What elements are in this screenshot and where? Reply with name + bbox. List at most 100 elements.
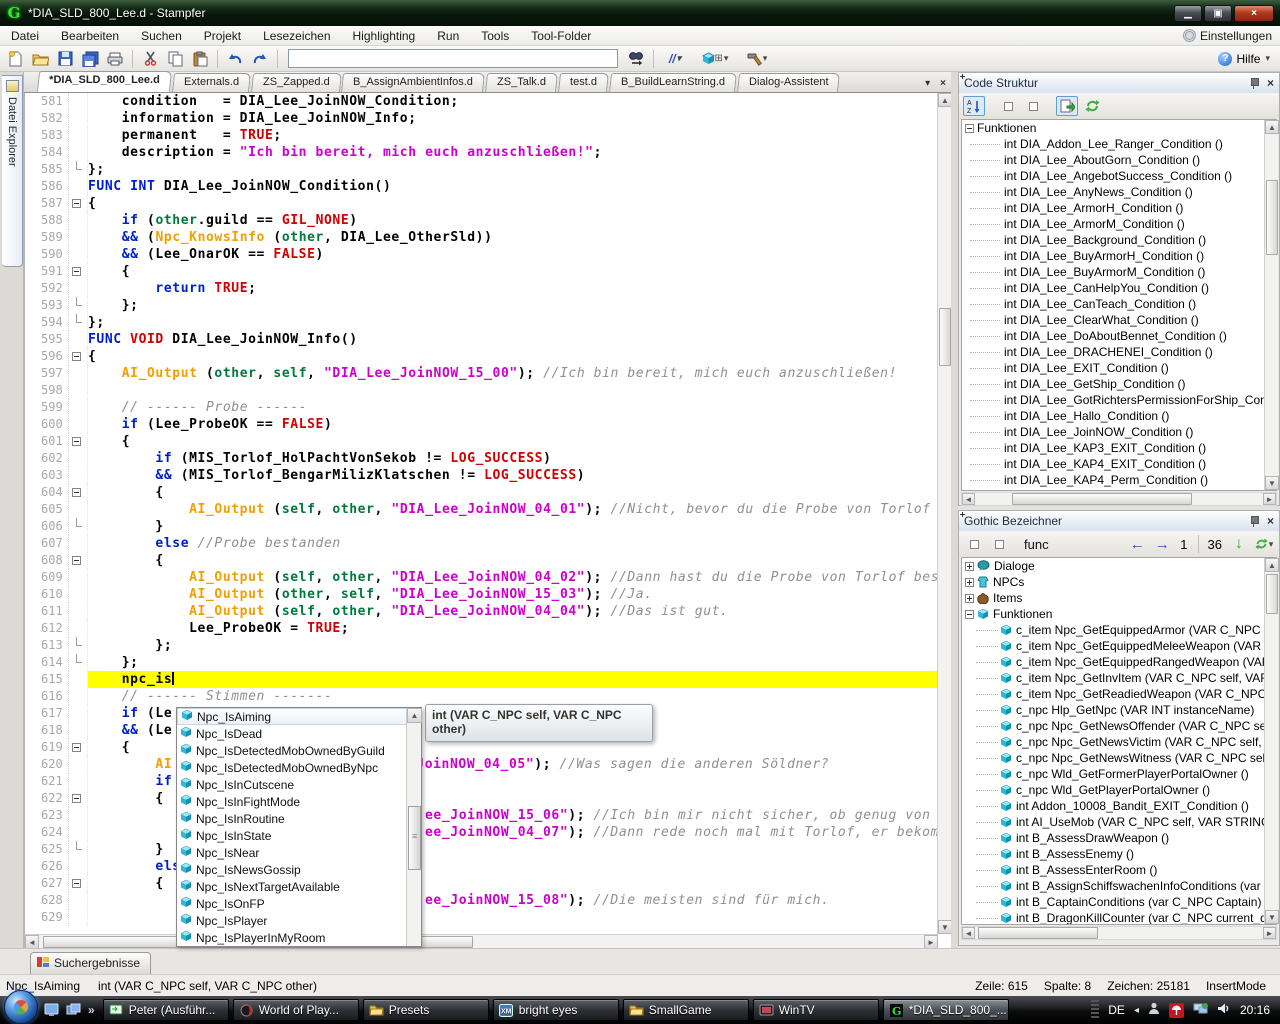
volume-tray-icon[interactable] bbox=[1217, 1002, 1231, 1018]
code-line-624[interactable]: 624ee_JoinNOW_04_07"); //Dann rede noch … bbox=[25, 824, 938, 841]
tree-item-function[interactable]: c_item Npc_GetInvItem (VAR C_NPC self, V… bbox=[962, 670, 1276, 686]
code-line-622[interactable]: 622 { bbox=[25, 790, 938, 807]
tree-item-function[interactable]: int DIA_Lee_AnyNews_Condition () bbox=[962, 184, 1276, 200]
vertical-splitter[interactable] bbox=[951, 72, 958, 948]
autocomplete-item[interactable]: Npc_IsDead bbox=[177, 725, 407, 742]
scroll-left-arrow[interactable]: ◄ bbox=[25, 935, 39, 949]
print-button[interactable] bbox=[104, 48, 126, 70]
tree-item-function[interactable]: int DIA_Lee_JoinNOW_Condition () bbox=[962, 424, 1276, 440]
autocomplete-item[interactable]: Npc_IsNewsGossip bbox=[177, 861, 407, 878]
tree-item-function[interactable]: int DIA_Lee_KAP5_EXIT_Condition () bbox=[962, 488, 1276, 491]
tab-zs-talk-d[interactable]: ZS_Talk.d bbox=[485, 73, 558, 92]
editor-vertical-scrollbar[interactable]: ▲ ▼ bbox=[937, 93, 951, 934]
fold-column[interactable] bbox=[69, 263, 88, 280]
menu-lesezeichen[interactable]: Lesezeichen bbox=[252, 27, 341, 45]
tree-item-function[interactable]: c_item Npc_GetEquippedArmor (VAR C_NPC n… bbox=[962, 622, 1276, 638]
refresh-button[interactable] bbox=[1081, 96, 1103, 116]
code-line-614[interactable]: 614 }; bbox=[25, 654, 938, 671]
code-line-599[interactable]: 599 // ------ Probe ------ bbox=[25, 399, 938, 416]
code-line-604[interactable]: 604 { bbox=[25, 484, 938, 501]
menu-suchen[interactable]: Suchen bbox=[130, 27, 193, 45]
code-struktur-tree[interactable]: Funktionenint DIA_Addon_Lee_Ranger_Condi… bbox=[961, 119, 1277, 491]
menu-tools[interactable]: Tools bbox=[470, 27, 520, 45]
autocomplete-item[interactable]: Npc_IsNear bbox=[177, 844, 407, 861]
tree-item-function[interactable]: int B_AssessEnterRoom () bbox=[962, 862, 1276, 878]
expand-all-button[interactable] bbox=[963, 534, 985, 554]
horizontal-scroll-thumb[interactable] bbox=[978, 927, 1098, 939]
new-file-button[interactable] bbox=[4, 48, 26, 70]
code-line-583[interactable]: 583 permanent = TRUE; bbox=[25, 127, 938, 144]
tree-item-function[interactable]: c_npc Npc_GetNewsVictim (VAR C_NPC self,… bbox=[962, 734, 1276, 750]
tree-item-function[interactable]: int DIA_Lee_GotRichtersPermissionForShip… bbox=[962, 392, 1276, 408]
save-all-button[interactable] bbox=[79, 48, 101, 70]
fold-column[interactable] bbox=[69, 484, 88, 501]
tree-item-function[interactable]: int DIA_Lee_KAP3_EXIT_Condition () bbox=[962, 440, 1276, 456]
code-line-586[interactable]: 586FUNC INT DIA_Lee_JoinNOW_Condition() bbox=[25, 178, 938, 195]
search-icon-button[interactable] bbox=[625, 48, 647, 70]
code-line-629[interactable]: 629 bbox=[25, 909, 938, 926]
tree-item-function[interactable]: int B_AssignSchiffswachenInfoConditions … bbox=[962, 878, 1276, 894]
scroll-up-arrow[interactable]: ▲ bbox=[938, 93, 952, 107]
tree-item-function[interactable]: int B_AssessDrawWeapon () bbox=[962, 830, 1276, 846]
code-line-595[interactable]: 595FUNC VOID DIA_Lee_JoinNOW_Info() bbox=[25, 331, 938, 348]
comment-highlight-button[interactable]: //▾ bbox=[660, 48, 690, 70]
editor-horizontal-scrollbar[interactable]: ◄ ► bbox=[25, 934, 938, 948]
tree-item-function[interactable]: int DIA_Lee_ClearWhat_Condition () bbox=[962, 312, 1276, 328]
code-line-610[interactable]: 610 AI_Output (other, self, "DIA_Lee_Joi… bbox=[25, 586, 938, 603]
panel-close-icon[interactable]: × bbox=[1267, 514, 1274, 528]
tree-item-function[interactable]: int DIA_Lee_AngebotSuccess_Condition () bbox=[962, 168, 1276, 184]
tree-item-function[interactable]: c_npc Npc_GetNewsOffender (VAR C_NPC sel… bbox=[962, 718, 1276, 734]
autocomplete-item[interactable]: Npc_IsPlayer bbox=[177, 912, 407, 929]
code-line-628[interactable]: 628ee_JoinNOW_15_08"); //Die meisten sin… bbox=[25, 892, 938, 909]
network-tray-icon[interactable] bbox=[1193, 1002, 1208, 1018]
scroll-left-arrow[interactable]: ◄ bbox=[962, 927, 975, 939]
menu-run[interactable]: Run bbox=[426, 27, 470, 45]
tree-item-function[interactable]: int DIA_Addon_Lee_Ranger_Condition () bbox=[962, 136, 1276, 152]
tree-item-function[interactable]: c_item Npc_GetEquippedMeleeWeapon (VAR C… bbox=[962, 638, 1276, 654]
fold-column[interactable] bbox=[69, 552, 88, 569]
quicklaunch-overflow-chevron[interactable]: » bbox=[88, 1003, 95, 1017]
code-line-612[interactable]: 612 Lee_ProbeOK = TRUE; bbox=[25, 620, 938, 637]
code-line-590[interactable]: 590 && (Lee_OnarOK == FALSE) bbox=[25, 246, 938, 263]
tree-item-function[interactable]: int DIA_Lee_Hallo_Condition () bbox=[962, 408, 1276, 424]
taskbar-clock[interactable]: 20:16 bbox=[1240, 1003, 1270, 1017]
tree-item-function[interactable]: int DIA_Lee_ArmorM_Condition () bbox=[962, 216, 1276, 232]
code-line-591[interactable]: 591 { bbox=[25, 263, 938, 280]
autocomplete-item[interactable]: Npc_IsInRoutine bbox=[177, 810, 407, 827]
search-input[interactable] bbox=[288, 49, 618, 68]
gothic-hscrollbar[interactable]: ◄ ► bbox=[961, 926, 1277, 940]
file-explorer-vertical-tab[interactable]: Datei Explorer bbox=[2, 75, 23, 267]
autocomplete-popup[interactable]: Npc_IsAimingNpc_IsDeadNpc_IsDetectedMobO… bbox=[176, 707, 422, 947]
tree-item-function[interactable]: int DIA_Lee_DRACHENEI_Condition () bbox=[962, 344, 1276, 360]
tree-item-function[interactable]: c_npc Wld_GetFormerPlayerPortalOwner () bbox=[962, 766, 1276, 782]
fold-column[interactable] bbox=[69, 739, 88, 756]
gothic-tree[interactable]: DialogeNPCsItemsFunktionenc_item Npc_Get… bbox=[961, 557, 1277, 925]
avira-tray-icon[interactable] bbox=[1169, 1003, 1184, 1018]
collapse-all-button[interactable] bbox=[988, 534, 1010, 554]
tree-item-function[interactable]: c_npc Hlp_GetNpc (VAR INT instanceName) bbox=[962, 702, 1276, 718]
tree-item-function[interactable]: int DIA_Lee_BuyArmorH_Condition () bbox=[962, 248, 1276, 264]
taskbar-button-world-of-play-[interactable]: World of Play... bbox=[233, 999, 359, 1021]
code-line-608[interactable]: 608 { bbox=[25, 552, 938, 569]
autocomplete-item[interactable]: Npc_IsOnFP bbox=[177, 895, 407, 912]
tree-group-funktionen[interactable]: Funktionen bbox=[962, 606, 1276, 622]
horizontal-scroll-thumb[interactable] bbox=[1012, 493, 1192, 505]
tree-item-function[interactable]: int B_DragonKillCounter (var C_NPC curre… bbox=[962, 910, 1276, 925]
code-line-605[interactable]: 605 AI_Output (self, other, "DIA_Lee_Joi… bbox=[25, 501, 938, 518]
tree-group-dialoge[interactable]: Dialoge bbox=[962, 558, 1276, 574]
autocomplete-item[interactable]: Npc_IsInCutscene bbox=[177, 776, 407, 793]
open-file-button[interactable] bbox=[29, 48, 51, 70]
tree-item-function[interactable]: c_item Npc_GetEquippedRangedWeapon (VAR … bbox=[962, 654, 1276, 670]
copy-button[interactable] bbox=[164, 48, 186, 70]
vertical-scroll-thumb[interactable] bbox=[1266, 180, 1278, 255]
language-indicator[interactable]: DE bbox=[1108, 1003, 1125, 1017]
code-line-616[interactable]: 616 // ------ Stimmen ------- bbox=[25, 688, 938, 705]
user-agent-tray-icon[interactable] bbox=[1148, 1002, 1160, 1018]
tab-b-buildlearnstring-d[interactable]: B_BuildLearnString.d bbox=[609, 73, 737, 92]
code-line-593[interactable]: 593 }; bbox=[25, 297, 938, 314]
code-line-625[interactable]: 625 } bbox=[25, 841, 938, 858]
collapse-all-button[interactable] bbox=[1022, 96, 1044, 116]
vertical-scroll-thumb[interactable] bbox=[939, 308, 951, 366]
help-button[interactable]: ? Hilfe ▾ bbox=[1218, 52, 1270, 66]
switch-windows-icon[interactable] bbox=[66, 1003, 82, 1017]
